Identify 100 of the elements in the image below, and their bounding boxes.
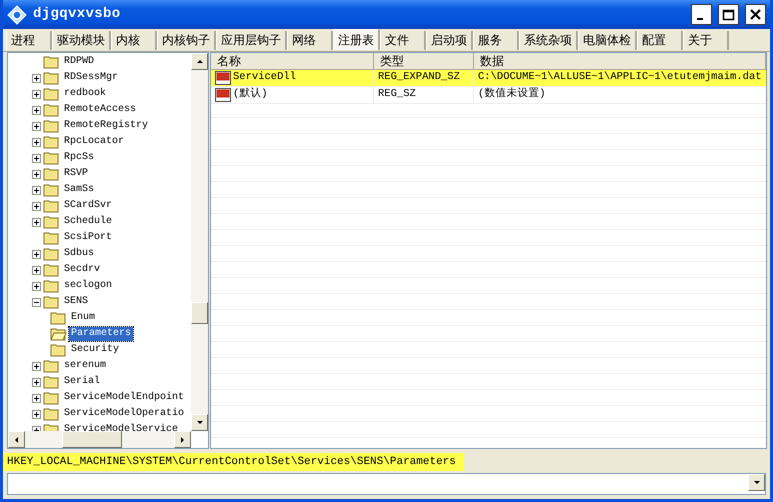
- table-cell-text: ServiceDll: [233, 70, 296, 86]
- table-row[interactable]: ServiceDll REG_EXPAND_SZ C:\DOCUME~1\ALLUSE~1\APPLIC~1\etutemjmaim.dat: [211, 70, 766, 87]
- tree-item[interactable]: SamSs: [62, 183, 96, 197]
- tab[interactable]: 配置: [637, 31, 683, 50]
- folder-icon: [43, 247, 60, 261]
- tree-item[interactable]: redbook: [62, 87, 108, 101]
- tree-item[interactable]: Sdbus: [62, 247, 96, 261]
- expand-icon[interactable]: [32, 410, 41, 418]
- folder-icon: [50, 327, 67, 341]
- tab[interactable]: 应用层钩子: [216, 31, 287, 50]
- folder-icon: [43, 279, 60, 293]
- app-icon: [7, 4, 27, 24]
- tree-item[interactable]: seclogon: [62, 279, 114, 293]
- expand-icon[interactable]: [32, 362, 41, 370]
- tree-item[interactable]: RSVP: [62, 167, 90, 181]
- tree-item[interactable]: ServiceModelService: [62, 423, 180, 431]
- tab[interactable]: 启动项: [426, 31, 473, 50]
- tab[interactable]: 注册表: [333, 29, 380, 50]
- tree-item[interactable]: SENS: [62, 295, 90, 309]
- expand-icon[interactable]: [32, 250, 41, 258]
- collapse-icon[interactable]: [32, 298, 41, 306]
- folder-icon: [43, 359, 60, 373]
- expand-icon[interactable]: [32, 138, 41, 146]
- minimize-button[interactable]: [691, 4, 712, 25]
- maximize-icon: [722, 8, 735, 21]
- column-header[interactable]: 类型: [374, 53, 474, 69]
- folder-icon: [43, 231, 60, 245]
- tab[interactable]: 内核钩子: [157, 31, 216, 50]
- tree-item[interactable]: RemoteRegistry: [62, 119, 150, 133]
- folder-icon: [43, 151, 60, 165]
- folder-icon: [43, 71, 60, 85]
- folder-icon: [43, 407, 60, 421]
- horizontal-scrollbar[interactable]: [8, 431, 191, 448]
- string-value-icon: [215, 70, 231, 86]
- scroll-right-button[interactable]: [174, 431, 191, 448]
- tree-item[interactable]: RemoteAccess: [62, 103, 138, 117]
- expand-icon[interactable]: [32, 90, 41, 98]
- tab[interactable]: 进程: [6, 31, 52, 50]
- tree-item[interactable]: Schedule: [62, 215, 114, 229]
- expand-icon[interactable]: [32, 122, 41, 130]
- tree-item[interactable]: Parameters: [69, 327, 134, 341]
- tab[interactable]: 文件: [380, 31, 426, 50]
- expand-icon[interactable]: [32, 282, 41, 290]
- close-icon: [749, 8, 762, 21]
- registry-path: HKEY_LOCAL_MACHINE\SYSTEM\CurrentControlSet\Services\SENS\Parameters: [3, 453, 464, 471]
- window-title: djgqvxvsbo: [33, 5, 121, 24]
- folder-icon: [43, 215, 60, 229]
- tab[interactable]: 驱动模块: [52, 31, 111, 50]
- tree-item[interactable]: Secdrv: [62, 263, 102, 277]
- expand-icon[interactable]: [32, 106, 41, 114]
- tab[interactable]: 关于: [683, 31, 729, 50]
- column-header[interactable]: 名称: [211, 53, 374, 69]
- scroll-up-button[interactable]: [191, 53, 208, 70]
- tree-item[interactable]: ServiceModelOperatio: [62, 407, 186, 421]
- expand-icon[interactable]: [32, 218, 41, 226]
- tree-item[interactable]: serenum: [62, 359, 108, 373]
- table-cell-text: (默认): [233, 87, 268, 102]
- tab[interactable]: 网络: [287, 31, 333, 50]
- table-cell-text: C:\DOCUME~1\ALLUSE~1\APPLIC~1\etutemjmaim.dat: [478, 70, 762, 86]
- minimize-icon: [697, 18, 703, 20]
- tree-item[interactable]: SCardSvr: [62, 199, 114, 213]
- tab[interactable]: 服务: [473, 31, 519, 50]
- folder-icon: [43, 375, 60, 389]
- folder-icon: [50, 311, 67, 325]
- expand-icon[interactable]: [32, 154, 41, 162]
- dropdown-button[interactable]: [748, 474, 765, 491]
- expand-icon[interactable]: [32, 394, 41, 402]
- table-row[interactable]: (默认) REG_SZ (数值未设置): [211, 87, 766, 104]
- scroll-down-button[interactable]: [191, 414, 208, 431]
- folder-icon: [50, 343, 67, 357]
- tab[interactable]: 内核: [111, 31, 157, 50]
- column-header[interactable]: 数据: [474, 53, 766, 69]
- tree-item[interactable]: RpcLocator: [62, 135, 126, 149]
- expand-icon[interactable]: [32, 74, 41, 82]
- table-cell-text: REG_SZ: [378, 87, 416, 102]
- tree-item[interactable]: RpcSs: [62, 151, 96, 165]
- tab[interactable]: 电脑体检: [578, 31, 637, 50]
- expand-icon[interactable]: [32, 186, 41, 194]
- scroll-left-button[interactable]: [8, 431, 25, 448]
- scrollbar-thumb[interactable]: [191, 302, 208, 324]
- tree-item[interactable]: RDPWD: [62, 55, 96, 69]
- expand-icon[interactable]: [32, 170, 41, 178]
- expand-icon[interactable]: [32, 378, 41, 386]
- vertical-scrollbar[interactable]: [191, 53, 208, 431]
- tree-item[interactable]: Security: [69, 343, 122, 357]
- table-cell-text: (数值未设置): [478, 87, 546, 102]
- tree-item[interactable]: ScsiPort: [62, 231, 114, 245]
- close-button[interactable]: [745, 4, 766, 25]
- folder-icon: [43, 295, 60, 309]
- tab[interactable]: 系统杂项: [519, 31, 578, 50]
- maximize-button[interactable]: [718, 4, 739, 25]
- folder-icon: [43, 167, 60, 181]
- tree-item[interactable]: Enum: [69, 311, 98, 325]
- string-value-icon: [215, 88, 231, 102]
- expand-icon[interactable]: [32, 202, 41, 210]
- expand-icon[interactable]: [32, 266, 41, 274]
- tree-item[interactable]: ServiceModelEndpoint: [62, 391, 186, 405]
- tree-item[interactable]: RDSessMgr: [62, 71, 120, 85]
- scrollbar-thumb[interactable]: [62, 431, 122, 448]
- tree-item[interactable]: Serial: [62, 375, 102, 389]
